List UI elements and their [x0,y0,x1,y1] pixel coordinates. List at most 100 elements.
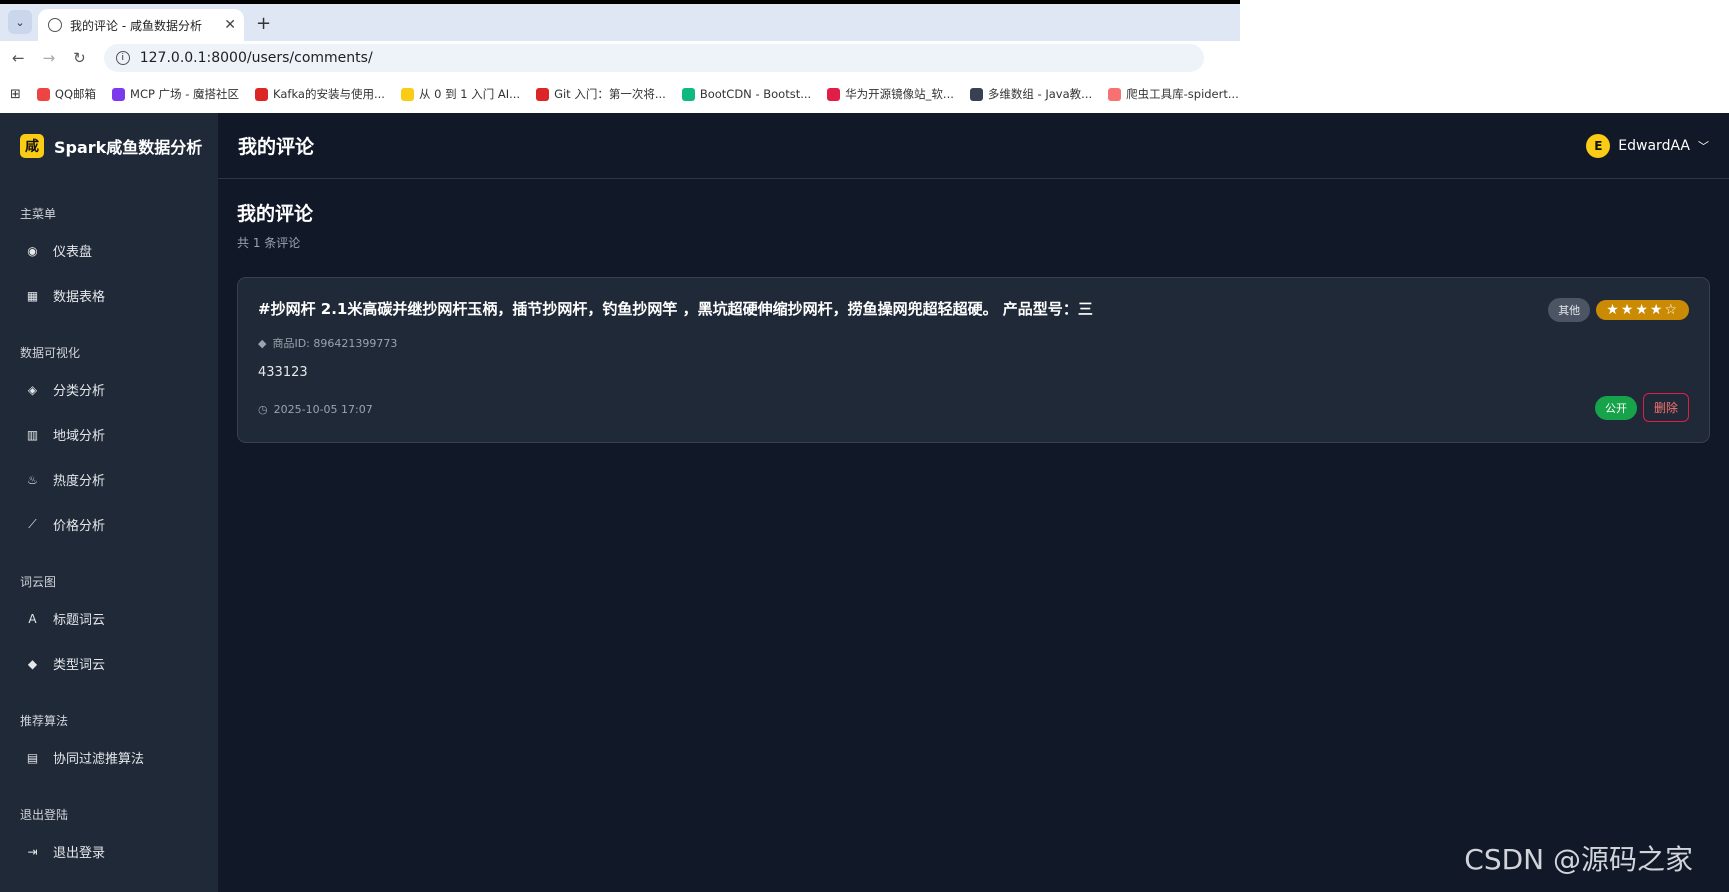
product-id: 商品ID: 896421399773 [272,337,398,350]
rating-stars: ★★★★☆ [1596,300,1689,320]
layers-icon: ◈ [27,382,38,397]
visibility-badge: 公开 [1594,395,1637,420]
bookmark-item[interactable]: 华为开源镜像站_软... [827,86,954,102]
bookmark-item[interactable]: BootCDN - Bootst... [681,87,812,101]
bookmark-label: BootCDN - Bootst... [699,87,812,101]
delete-button[interactable]: 删除 [1642,393,1689,422]
sidebar-item[interactable]: ◉ 仪表盘 [0,228,218,273]
page-title: 我的评论 [238,136,315,158]
star-filled-icon: ★ [1606,302,1621,318]
browser-chrome: ⌄ 我的评论 - 咸鱼数据分析 ✕ + ← → ↻ i 127.0.0.1:80… [0,0,1240,113]
sidebar-item[interactable]: ◈ 分类分析 [0,367,218,412]
sidebar-item[interactable]: ▤ 协同过滤推算法 [0,735,218,780]
new-tab-icon[interactable]: + [256,13,271,34]
line-chart-icon: ⟋ [28,517,37,531]
forward-icon[interactable]: → [43,49,56,67]
star-empty-icon: ☆ [1664,302,1679,318]
sidebar-item[interactable]: ⇥ 退出登录 [0,829,218,874]
sidebar-section-title: 推荐算法 [20,714,69,728]
username: EdwardAA [1618,137,1690,154]
sidebar-section-title: 主菜单 [20,207,57,221]
sidebar-item[interactable]: ◆ 类型词云 [0,641,218,686]
top-header: 我的评论 E EdwardAA ﹀ [218,113,1729,179]
product-id-row: ◆ 商品ID: 896421399773 [258,335,1689,351]
bookmark-label: MCP 广场 - 魔搭社区 [130,87,240,101]
address-bar[interactable]: i 127.0.0.1:8000/users/comments/ [103,44,1204,72]
bookmark-label: 从 0 到 1 入门 AI... [418,87,521,101]
comment-text: 433123 [258,365,308,380]
tab-search-icon[interactable]: ⌄ [8,10,32,34]
reload-icon[interactable]: ↻ [73,49,86,67]
clock-icon: ◷ [258,403,268,416]
comment-count: 共 1 条评论 [237,236,301,250]
sidebar-section-title: 词云图 [20,575,57,589]
bookmark-favicon-icon [112,87,126,101]
sidebar-item[interactable]: ⟋ 价格分析 [0,502,218,547]
bookmark-favicon-icon [827,87,841,101]
font-icon: A [28,611,37,626]
avatar: E [1586,133,1611,158]
sidebar-item[interactable]: ♨ 热度分析 [0,457,218,502]
product-title[interactable]: #抄网杆 2.1米高碳并继抄网杆玉柄，插节抄网杆，钓鱼抄网竿 ，黑坑超硬伸缩抄网… [258,298,1408,319]
content-heading: 我的评论 [237,203,314,225]
comment-date: 2025-10-05 17:07 [273,403,373,416]
gauge-icon: ◉ [27,243,38,258]
tab-bar: ⌄ 我的评论 - 咸鱼数据分析 ✕ + [0,4,1240,41]
city-icon: ▥ [26,427,39,442]
main-content: 我的评论 共 1 条评论 #抄网杆 2.1米高碳并继抄网杆玉柄，插节抄网杆，钓鱼… [237,199,1710,443]
browser-tab[interactable]: 我的评论 - 咸鱼数据分析 ✕ [38,9,244,41]
sidebar-item[interactable]: ▥ 地域分析 [0,412,218,457]
sidebar-item-label: 类型词云 [53,658,106,673]
bookmark-label: 多维数组 - Java教... [987,87,1093,101]
comment-card: #抄网杆 2.1米高碳并继抄网杆玉柄，插节抄网杆，钓鱼抄网竿 ，黑坑超硬伸缩抄网… [237,277,1710,443]
bookmark-item[interactable]: QQ邮箱 [36,86,97,102]
info-icon[interactable]: i [115,51,130,65]
bookmarks-bar: ⊞ QQ邮箱 MCP 广场 - 魔搭社区 Kafka的安装与使用... 从 0 到 1… [0,75,1240,113]
category-badge: 其他 [1548,298,1591,322]
bookmark-favicon-icon [681,87,695,101]
fire-icon: ♨ [27,472,38,487]
user-menu[interactable]: E EdwardAA ﹀ [1586,133,1709,158]
tags-icon: ◆ [27,656,38,671]
bookmark-favicon-icon [36,87,50,101]
bookmark-item[interactable]: MCP 广场 - 魔搭社区 [112,86,239,102]
star-filled-icon: ★ [1635,302,1650,318]
bookmark-label: QQ邮箱 [54,87,97,101]
sidebar-item-label: 协同过滤推算法 [53,752,145,767]
sidebar-item-label: 分类分析 [53,384,106,399]
address-row: ← → ↻ i 127.0.0.1:8000/users/comments/ [0,41,1240,75]
sidebar-item-label: 仪表盘 [53,245,93,260]
comment-tags: 其他 ★★★★☆ [1548,298,1689,322]
comment-actions: 公开 删除 [1594,393,1689,422]
brand-logo: 咸 [20,134,44,158]
url-text: 127.0.0.1:8000/users/comments/ [139,50,373,66]
bookmark-label: 华为开源镜像站_软... [845,87,954,101]
close-icon[interactable]: ✕ [224,17,236,33]
tab-title: 我的评论 - 咸鱼数据分析 [70,18,202,33]
bookmark-item[interactable]: Kafka的安装与使用... [255,86,385,102]
sidebar-item-label: 价格分析 [53,519,106,534]
bookmark-item[interactable]: 多维数组 - Java教... [969,86,1093,102]
bookmark-label: 爬虫工具库-spidert... [1126,87,1239,101]
bookmark-favicon-icon [255,87,269,101]
sidebar-item-label: 标题词云 [53,613,106,628]
chevron-down-icon: ﹀ [1698,139,1709,153]
apps-icon[interactable]: ⊞ [10,87,21,102]
table-icon: ▦ [26,288,39,303]
bookmark-item[interactable]: 从 0 到 1 入门 AI... [400,86,521,102]
bookmark-item[interactable]: 爬虫工具库-spidert... [1108,86,1239,102]
sidebar-item[interactable]: A 标题词云 [0,596,218,641]
brand-name: Spark咸鱼数据分析 [54,138,203,157]
bookmark-item[interactable]: Git 入门：第一次将... [536,86,666,102]
sidebar-item[interactable]: ▦ 数据表格 [0,273,218,318]
brand[interactable]: 咸 Spark咸鱼数据分析 [0,113,218,179]
tag-icon: ◆ [258,336,267,350]
logout-icon: ⇥ [27,844,38,859]
sidebar-section-title: 数据可视化 [20,346,81,360]
file-icon: ▤ [26,750,39,765]
sidebar: 咸 Spark咸鱼数据分析 主菜单 ◉ 仪表盘 ▦ 数据表格数据可视化 ◈ 分类分析 ▥ 地域分… [0,113,218,892]
back-icon[interactable]: ← [12,49,25,67]
sidebar-item-label: 退出登录 [53,846,106,861]
bookmark-label: Kafka的安装与使用... [273,87,385,101]
bookmark-label: Git 入门：第一次将... [554,87,666,101]
